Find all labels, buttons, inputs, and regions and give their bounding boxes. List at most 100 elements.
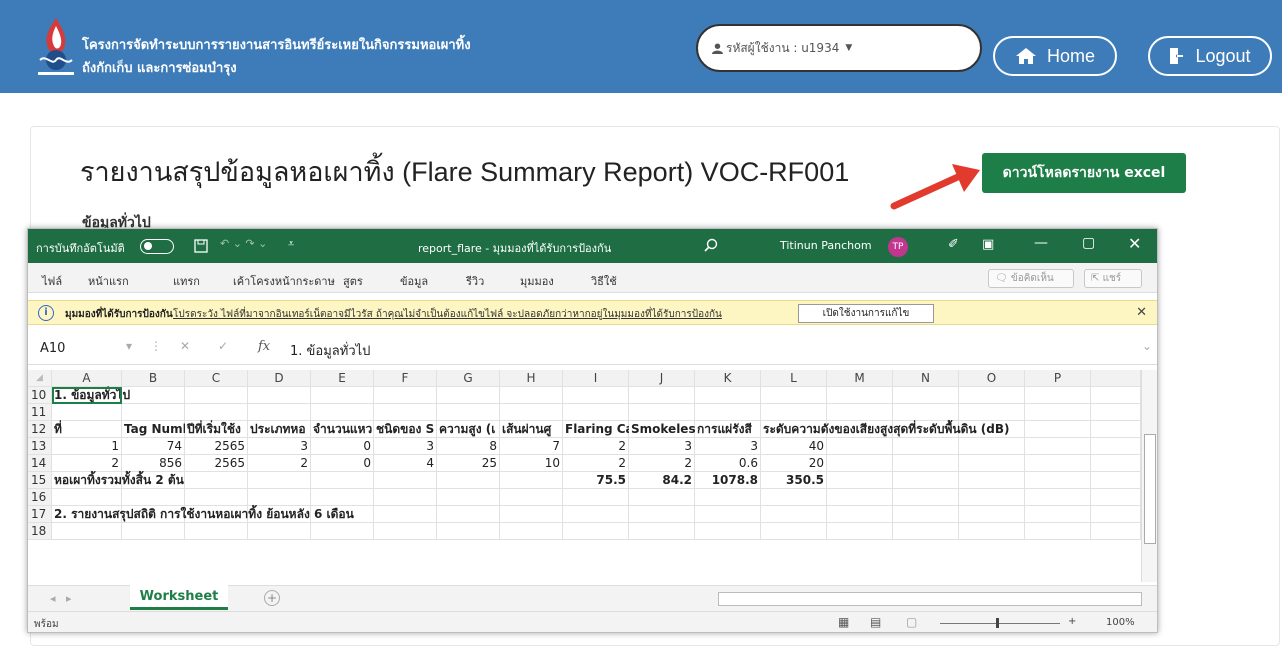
cell-B10[interactable]: [122, 387, 185, 404]
cell-D18[interactable]: [248, 523, 311, 540]
cell-F15[interactable]: [374, 472, 437, 489]
formula-value[interactable]: 1. ข้อมูลทั่วไป: [290, 340, 370, 361]
row-header-14[interactable]: 14: [28, 455, 52, 472]
cell-E14[interactable]: 0: [311, 455, 374, 472]
cell-E18[interactable]: [311, 523, 374, 540]
minimize-icon[interactable]: —: [1034, 235, 1048, 251]
cell-N16[interactable]: [893, 489, 959, 506]
zoom-slider-thumb[interactable]: [996, 618, 999, 628]
cell-P12[interactable]: [1025, 421, 1091, 438]
cell-I12[interactable]: Flaring Ca: [563, 421, 634, 438]
column-header-E[interactable]: E: [311, 370, 374, 387]
cell-G15[interactable]: [437, 472, 500, 489]
cell-K15[interactable]: 1078.8: [695, 472, 761, 489]
column-header-J[interactable]: J: [629, 370, 695, 387]
column-header-D[interactable]: D: [248, 370, 311, 387]
column-header-O[interactable]: O: [959, 370, 1025, 387]
cell-O10[interactable]: [959, 387, 1025, 404]
cell-L14[interactable]: 20: [761, 455, 827, 472]
pen-icon[interactable]: ✐: [948, 237, 959, 252]
ribbon-display-icon[interactable]: ▣: [982, 237, 994, 252]
row-header-11[interactable]: 11: [28, 404, 52, 421]
menu-page-layout[interactable]: เค้าโครงหน้ากระดาษ: [233, 272, 335, 290]
cell-D11[interactable]: [248, 404, 311, 421]
cell-G13[interactable]: 8: [437, 438, 500, 455]
cell-C12[interactable]: ปีที่เริ่มใช้ง: [185, 421, 248, 438]
cell-O11[interactable]: [959, 404, 1025, 421]
close-bar-icon[interactable]: ✕: [1136, 305, 1147, 320]
row-header-10[interactable]: 10: [28, 387, 52, 404]
cell-P15[interactable]: [1025, 472, 1091, 489]
cell-B14[interactable]: 856: [122, 455, 185, 472]
cell-L17[interactable]: [761, 506, 827, 523]
cell-F12[interactable]: ชนิดของ S: [374, 421, 437, 438]
cell-F11[interactable]: [374, 404, 437, 421]
cell-I14[interactable]: 2: [563, 455, 629, 472]
cancel-formula-icon[interactable]: ✕: [180, 339, 190, 353]
cell-A12[interactable]: ที่: [52, 421, 122, 438]
zoom-level[interactable]: 100%: [1106, 617, 1135, 628]
cell-K11[interactable]: [695, 404, 761, 421]
cell-J13[interactable]: 3: [629, 438, 695, 455]
cell-J17[interactable]: [629, 506, 695, 523]
menu-data[interactable]: ข้อมูล: [400, 272, 428, 290]
cell-P14[interactable]: [1025, 455, 1091, 472]
cell-D13[interactable]: 3: [248, 438, 311, 455]
row-header-18[interactable]: 18: [28, 523, 52, 540]
column-header-A[interactable]: A: [52, 370, 122, 387]
vertical-scroll-thumb[interactable]: [1144, 434, 1156, 544]
cell-L11[interactable]: [761, 404, 827, 421]
cell-G18[interactable]: [437, 523, 500, 540]
cell-M13[interactable]: [827, 438, 893, 455]
cell-N18[interactable]: [893, 523, 959, 540]
row-header-12[interactable]: 12: [28, 421, 52, 438]
cell-O15[interactable]: [959, 472, 1025, 489]
cell-C14[interactable]: 2565: [185, 455, 248, 472]
cell-F10[interactable]: [374, 387, 437, 404]
function-icon[interactable]: fx: [258, 339, 270, 354]
cell-L10[interactable]: [761, 387, 827, 404]
cell-N17[interactable]: [893, 506, 959, 523]
customize-qat-icon[interactable]: ⩡: [288, 237, 294, 251]
close-icon[interactable]: ✕: [1128, 234, 1141, 253]
cell-G17[interactable]: [437, 506, 500, 523]
cell-F14[interactable]: 4: [374, 455, 437, 472]
column-header-F[interactable]: F: [374, 370, 437, 387]
cell-J18[interactable]: [629, 523, 695, 540]
cell-I13[interactable]: 2: [563, 438, 629, 455]
cell-L15[interactable]: 350.5: [761, 472, 827, 489]
sheet-nav-icons[interactable]: ◂ ▸: [50, 592, 72, 605]
cell-A10[interactable]: 1. ข้อมูลทั่วไป: [52, 387, 130, 404]
cell-K12[interactable]: การแผ่รังสี: [695, 421, 761, 438]
zoom-in-icon[interactable]: +: [1068, 616, 1076, 627]
cell-P17[interactable]: [1025, 506, 1091, 523]
cell-E15[interactable]: [311, 472, 374, 489]
view-page-layout-icon[interactable]: ▤: [870, 615, 881, 629]
undo-icon[interactable]: ↶ ⌄ ↷ ⌄: [220, 237, 267, 250]
cell-E16[interactable]: [311, 489, 374, 506]
cell-O16[interactable]: [959, 489, 1025, 506]
column-header-P[interactable]: P: [1025, 370, 1091, 387]
cell-P10[interactable]: [1025, 387, 1091, 404]
cell-C11[interactable]: [185, 404, 248, 421]
cell-J14[interactable]: 2: [629, 455, 695, 472]
column-header-M[interactable]: M: [827, 370, 893, 387]
cell-N13[interactable]: [893, 438, 959, 455]
cell-L12[interactable]: ระดับความดังของเสียงสูงสุดที่ระดับพื้นดิ…: [761, 421, 1009, 438]
horizontal-scrollbar[interactable]: [718, 592, 1142, 606]
cell-M15[interactable]: [827, 472, 893, 489]
cell-C15[interactable]: [185, 472, 248, 489]
cell-D12[interactable]: ประเภทหอ: [248, 421, 311, 438]
cell-H16[interactable]: [500, 489, 563, 506]
cell-D15[interactable]: [248, 472, 311, 489]
cell-O18[interactable]: [959, 523, 1025, 540]
save-icon[interactable]: [194, 239, 208, 253]
cell-I11[interactable]: [563, 404, 629, 421]
vertical-scrollbar[interactable]: [1141, 370, 1157, 582]
cell-H11[interactable]: [500, 404, 563, 421]
menu-review[interactable]: รีวิว: [466, 272, 484, 290]
cell-A15[interactable]: หอเผาทิ้งรวมทั้งสิ้น 2 ต้น: [52, 472, 184, 489]
cell-E11[interactable]: [311, 404, 374, 421]
column-header-C[interactable]: C: [185, 370, 248, 387]
cell-C18[interactable]: [185, 523, 248, 540]
